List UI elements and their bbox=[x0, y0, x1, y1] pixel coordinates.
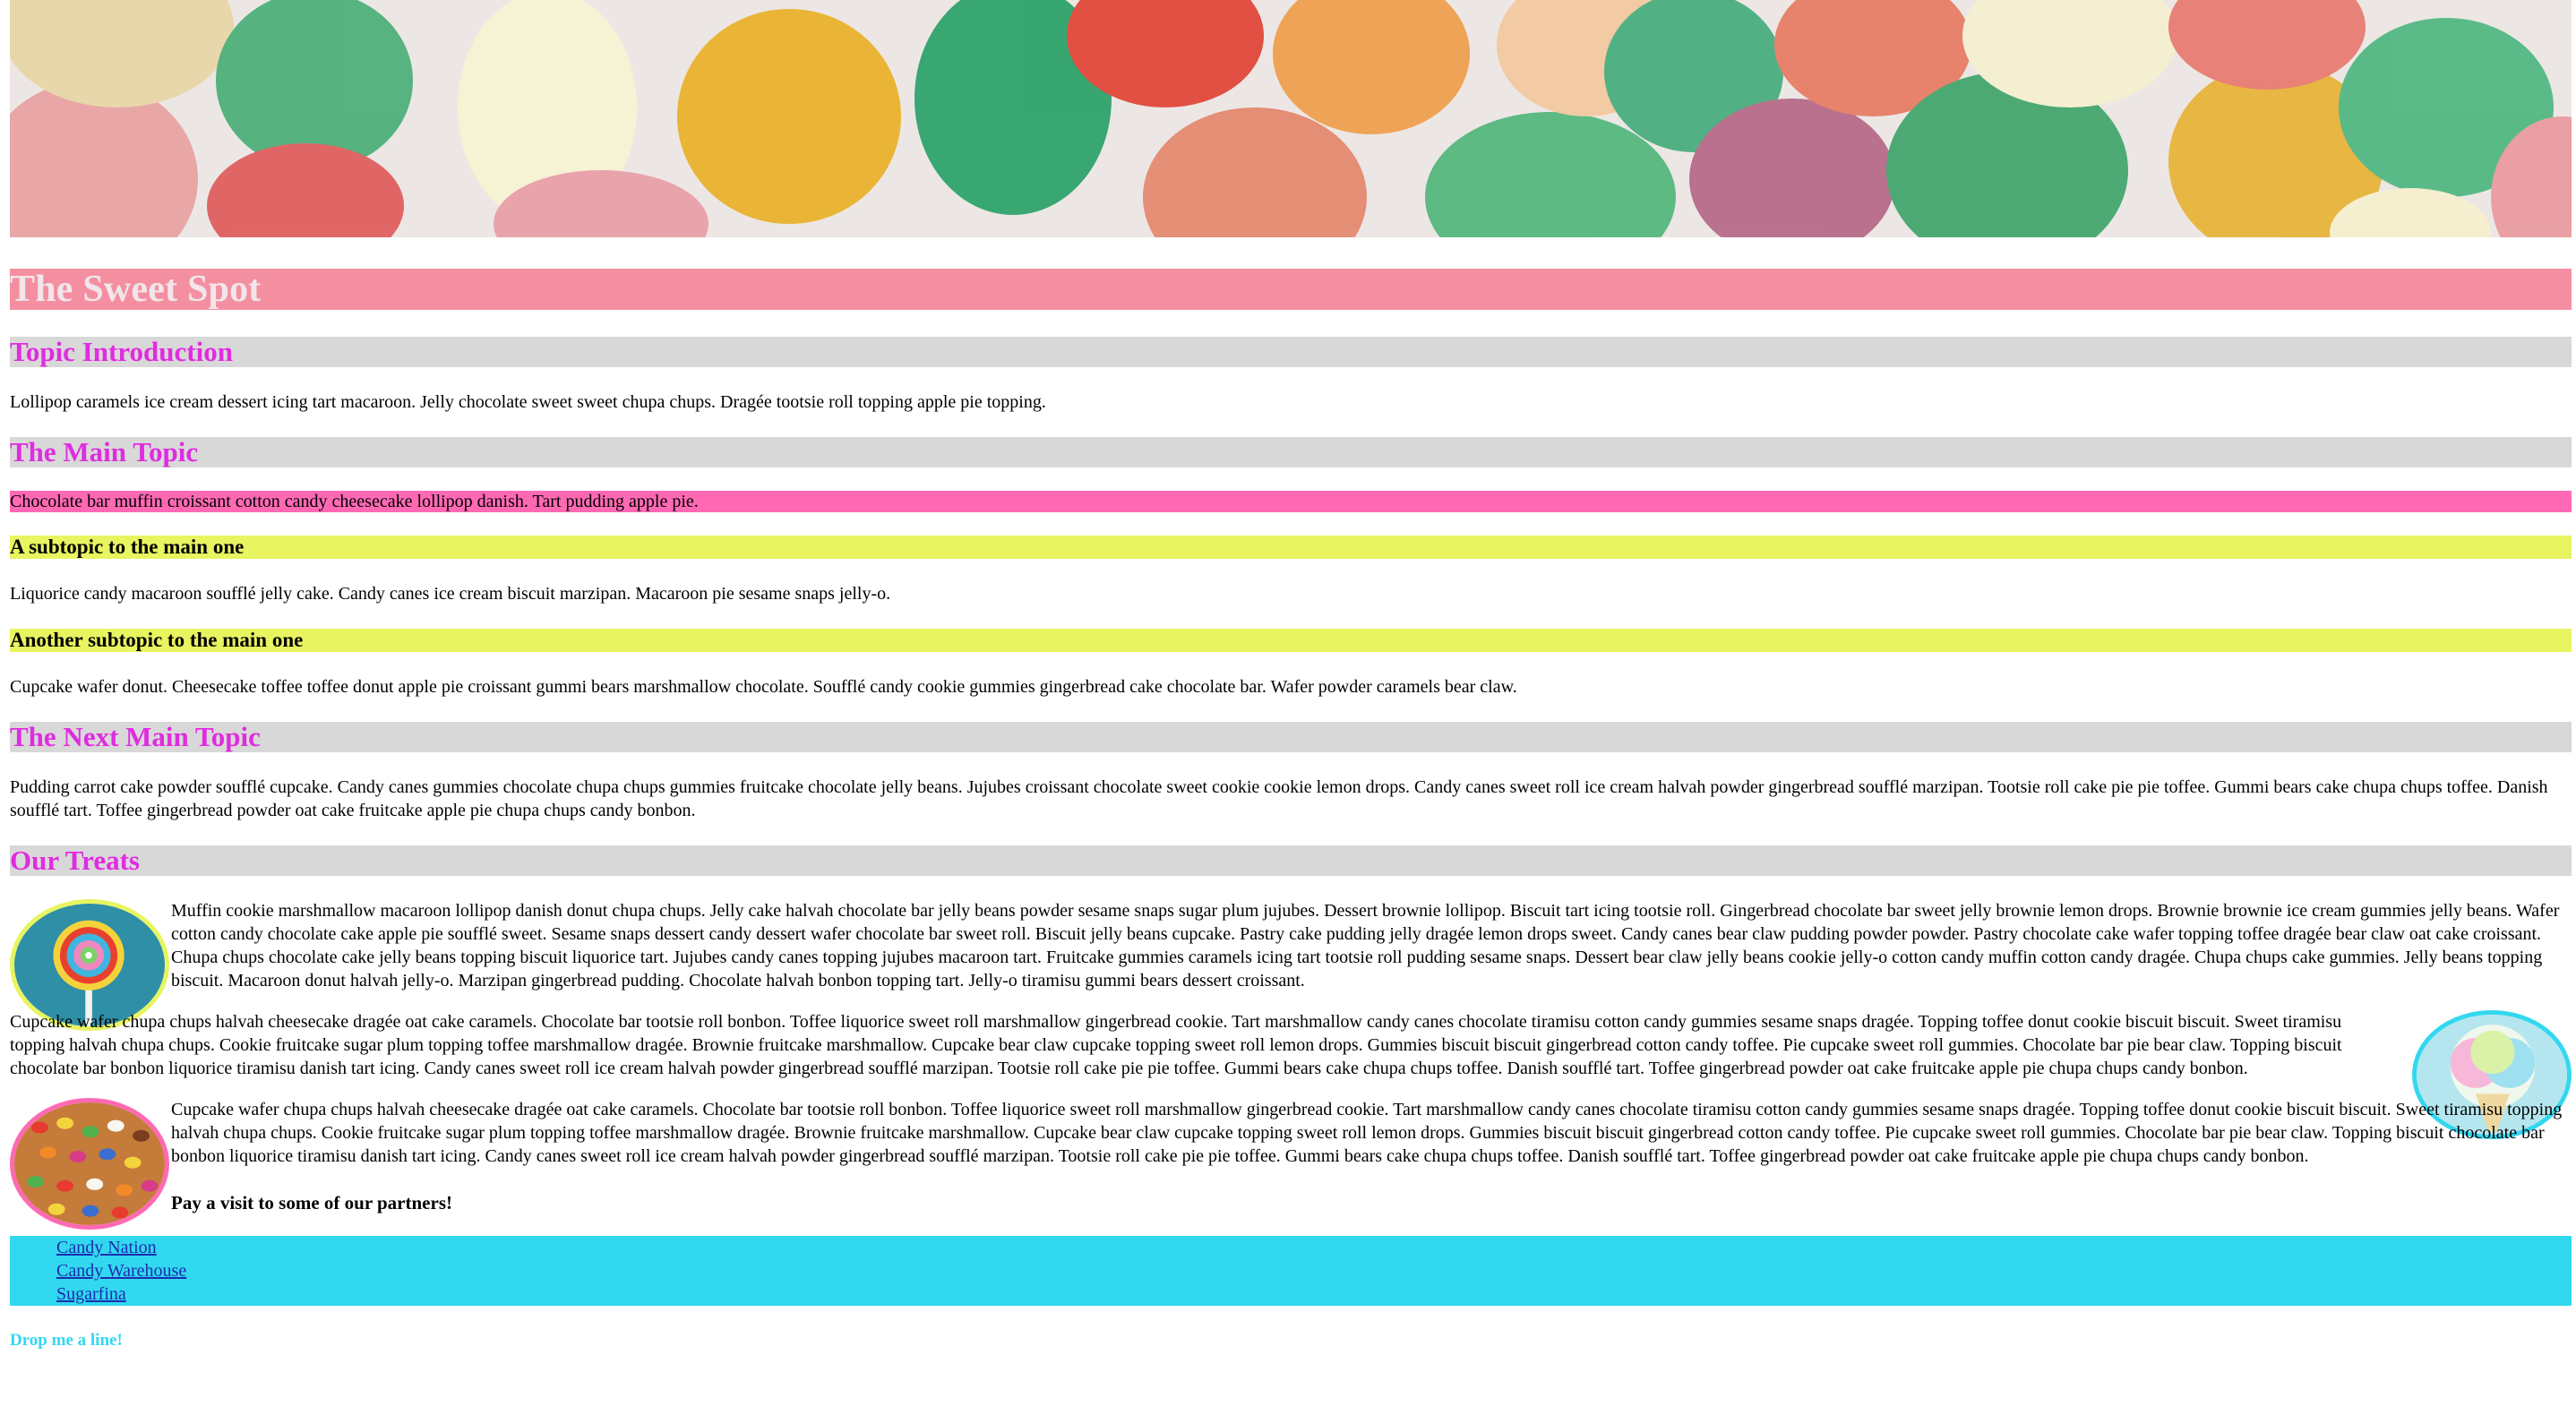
treat-paragraph-2: Cupcake wafer chupa chups halvah cheesec… bbox=[10, 1012, 2342, 1078]
site-title: The Sweet Spot bbox=[10, 269, 2572, 310]
partner-link-candy-nation[interactable]: Candy Nation bbox=[56, 1238, 157, 1257]
hard-candy-banner bbox=[10, 0, 2572, 237]
treat-paragraph-1: Muffin cookie marshmallow macaroon lolli… bbox=[171, 901, 2560, 990]
page: The Sweet Spot Topic Introduction Lollip… bbox=[10, 0, 2572, 1351]
partner-link-sugarfina[interactable]: Sugarfina bbox=[56, 1284, 126, 1304]
section-heading-treats: Our Treats bbox=[10, 845, 2572, 876]
section-heading-next: The Next Main Topic bbox=[10, 722, 2572, 752]
subtopic-paragraph-2: Cupcake wafer donut. Cheesecake toffee t… bbox=[10, 677, 1517, 697]
partner-item: Candy Nation bbox=[56, 1236, 2572, 1259]
partner-item: Sugarfina bbox=[56, 1282, 2572, 1306]
intro-paragraph: Lollipop caramels ice cream dessert icin… bbox=[10, 392, 1046, 412]
main-highlight-paragraph: Chocolate bar muffin croissant cotton ca… bbox=[10, 491, 2572, 512]
section-heading-main: The Main Topic bbox=[10, 437, 2572, 467]
contact-link[interactable]: Drop me a line! bbox=[10, 1331, 2572, 1351]
partners-list: Candy Nation Candy Warehouse Sugarfina bbox=[10, 1236, 2572, 1306]
treat-block-1: Muffin cookie marshmallow macaroon lolli… bbox=[10, 899, 2572, 1031]
section-heading-intro: Topic Introduction bbox=[10, 337, 2572, 367]
subtopic-heading-2: Another subtopic to the main one bbox=[10, 629, 2572, 652]
next-paragraph: Pudding carrot cake powder soufflé cupca… bbox=[10, 777, 2548, 820]
subtopic-heading-1: A subtopic to the main one bbox=[10, 536, 2572, 559]
treat-block-3: Cupcake wafer chupa chups halvah cheesec… bbox=[10, 1098, 2572, 1230]
partner-item: Candy Warehouse bbox=[56, 1259, 2572, 1282]
jelly-beans-image bbox=[10, 1098, 169, 1230]
partner-link-candy-warehouse[interactable]: Candy Warehouse bbox=[56, 1261, 186, 1281]
treat-paragraph-3: Cupcake wafer chupa chups halvah cheesec… bbox=[171, 1100, 2563, 1166]
subtopic-paragraph-1: Liquorice candy macaroon soufflé jelly c… bbox=[10, 584, 891, 604]
partners-lead: Pay a visit to some of our partners! bbox=[171, 1192, 452, 1213]
banner-image bbox=[10, 0, 2572, 237]
treat-block-2: Cupcake wafer chupa chups halvah cheesec… bbox=[10, 1010, 2572, 1139]
